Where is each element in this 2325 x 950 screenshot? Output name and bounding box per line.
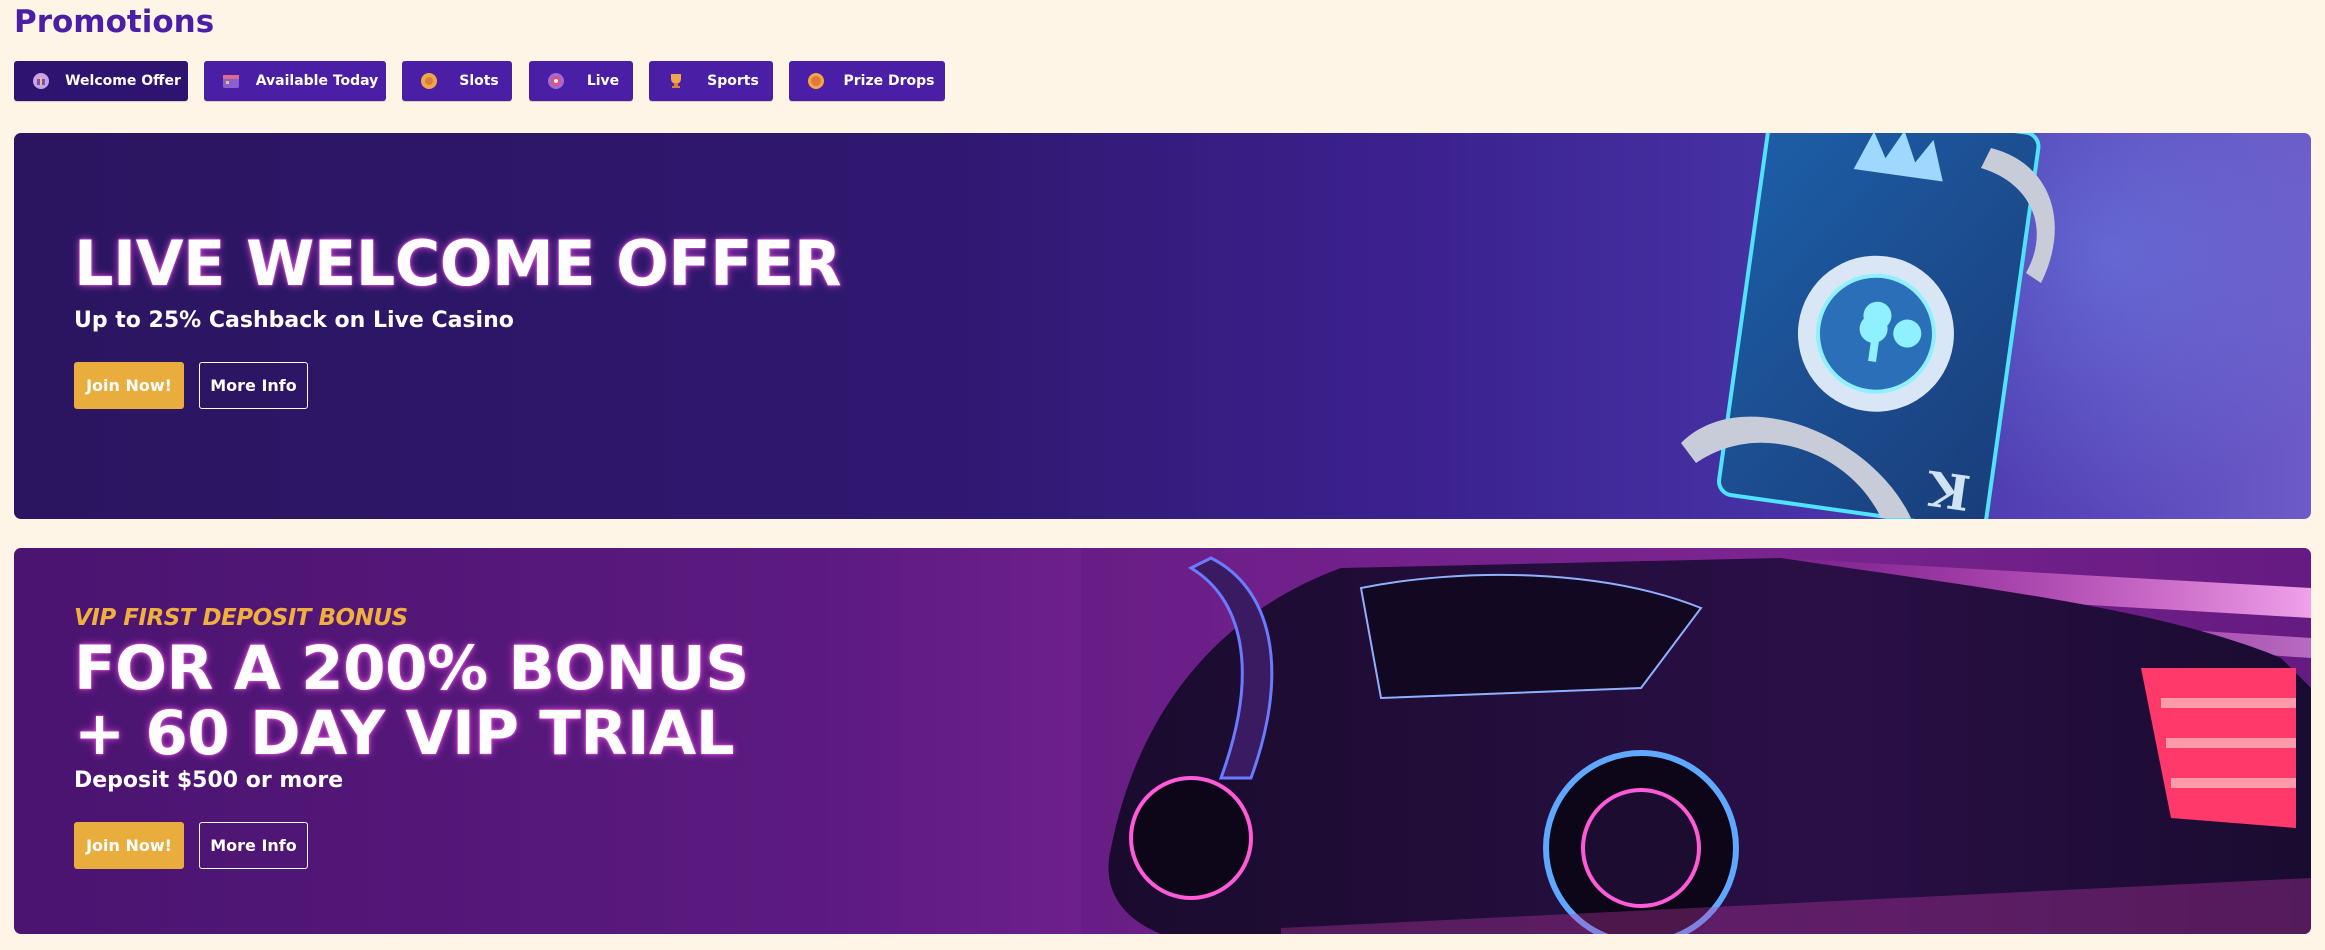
live-chip-icon: [548, 73, 564, 89]
live-welcome-offer-banner: K LIVE WELCOME OFFER Up to 25% Cashback …: [14, 133, 2311, 519]
slot-coin-icon: [421, 73, 437, 89]
calendar-icon: [223, 75, 239, 88]
trophy-icon: [671, 74, 681, 88]
tab-label: Sports: [707, 73, 759, 89]
more-info-button[interactable]: More Info: [199, 822, 308, 869]
vip-first-deposit-banner: VIP FIRST DEPOSIT BONUS FOR A 200% BONUS…: [14, 548, 2311, 934]
banner-subline: Deposit $500 or more: [74, 768, 344, 793]
tab-prize-drops[interactable]: Prize Drops: [789, 61, 945, 101]
banner-headline: LIVE WELCOME OFFER: [74, 227, 842, 300]
more-info-button[interactable]: More Info: [199, 362, 308, 409]
tab-live[interactable]: Live: [529, 61, 633, 101]
tab-available-today[interactable]: Available Today: [204, 61, 386, 101]
join-now-button[interactable]: Join Now!: [74, 822, 184, 869]
banner-subline: Up to 25% Cashback on Live Casino: [74, 308, 514, 333]
banner-eyebrow: VIP FIRST DEPOSIT BONUS: [74, 605, 408, 631]
tab-slots[interactable]: Slots: [402, 61, 512, 101]
tab-sports[interactable]: Sports: [649, 61, 773, 101]
page-title: Promotions: [14, 4, 215, 40]
coin-drop-icon: [808, 73, 824, 89]
tab-label: Live: [586, 73, 620, 89]
neon-sports-car-art: [1081, 548, 2311, 934]
king-of-clubs-card-art: K: [1681, 133, 2311, 519]
tab-label: Slots: [459, 73, 499, 89]
tab-welcome-offer[interactable]: Welcome Offer: [14, 61, 188, 101]
gift-icon: [33, 73, 49, 89]
tab-label: Welcome Offer: [65, 73, 181, 89]
banner-headline-line1: FOR A 200% BONUS: [74, 633, 749, 704]
tab-label: Prize Drops: [843, 73, 935, 89]
join-now-button[interactable]: Join Now!: [74, 362, 184, 409]
banner-headline-line2: + 60 DAY VIP TRIAL: [74, 698, 735, 769]
tab-label: Available Today: [255, 73, 379, 89]
